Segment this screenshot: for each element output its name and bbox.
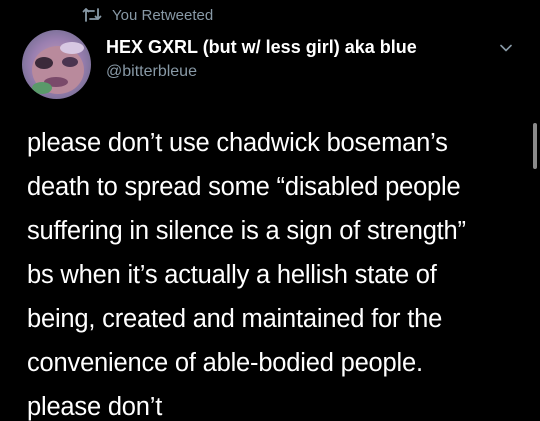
- tweet-line: death to spread some “disabled people: [27, 173, 461, 201]
- tweet-line: being, created and maintained for the: [27, 305, 443, 333]
- tweet-line: please don’t use chadwick boseman’s: [27, 129, 448, 157]
- tweet-line: suffering in silence is a sign of streng…: [27, 217, 466, 245]
- tweet-text: please don’t use chadwick boseman’s deat…: [27, 121, 522, 421]
- author-handle[interactable]: @bitterbleue: [106, 63, 197, 81]
- author-display-name[interactable]: HEX GXRL (but w/ less girl) aka blue: [106, 37, 417, 58]
- tweet-line: bs when it’s actually a hellish state of: [27, 261, 437, 289]
- tweet-line: convenience of able-bodied people.: [27, 349, 423, 377]
- retweet-icon: [82, 7, 102, 23]
- scrollbar[interactable]: [533, 123, 537, 169]
- chevron-down-icon[interactable]: [496, 38, 516, 58]
- retweet-label: You Retweeted: [112, 6, 214, 24]
- avatar[interactable]: [22, 30, 91, 99]
- retweet-indicator: You Retweeted: [82, 4, 213, 26]
- tweet-line: please don’t: [27, 393, 163, 421]
